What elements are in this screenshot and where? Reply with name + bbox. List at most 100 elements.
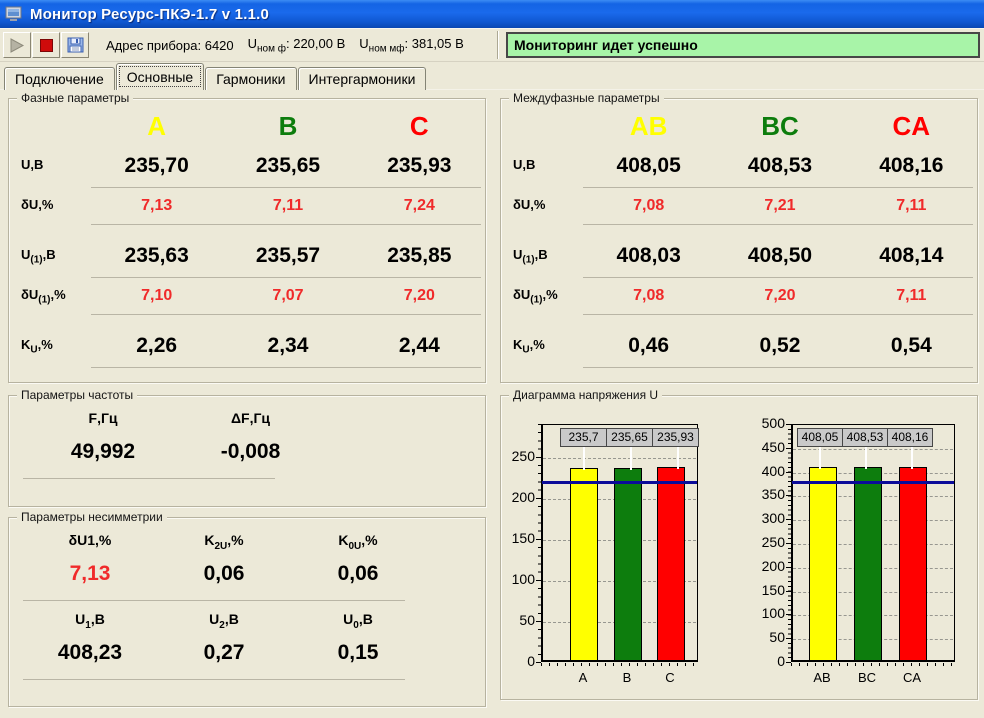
y-tick-label: 150 bbox=[497, 530, 535, 546]
param-row: δU,%7,087,217,11 bbox=[501, 188, 977, 224]
param-value: 7,13 bbox=[91, 197, 222, 215]
tab-2[interactable]: Гармоники bbox=[205, 67, 296, 90]
freq-label: ΔF,Гц bbox=[183, 410, 318, 440]
stop-monitoring-button[interactable] bbox=[32, 32, 60, 58]
param-row: KU,%2,262,342,44 bbox=[9, 325, 485, 367]
phase-params-group: Фазные параметры ABC U,В235,70235,65235,… bbox=[8, 98, 486, 383]
monitoring-status: Мониторинг идет успешно bbox=[506, 32, 980, 58]
frequency-params-title: Параметры частоты bbox=[17, 388, 137, 402]
chart-value-box: 408,53 bbox=[842, 428, 888, 447]
param-value: 7,07 bbox=[222, 287, 353, 305]
tab-1[interactable]: Основные bbox=[116, 63, 204, 90]
y-tick-label: 250 bbox=[497, 448, 535, 464]
chart-value-box: 235,93 bbox=[652, 428, 699, 447]
param-value: 7,08 bbox=[583, 287, 714, 305]
param-value: 235,70 bbox=[91, 154, 222, 178]
nominal-interphase-voltage: Uном мф: 381,05 В bbox=[359, 36, 464, 55]
voltage-diagram-title: Диаграмма напряжения U bbox=[509, 388, 662, 402]
param-value: 2,26 bbox=[91, 334, 222, 358]
param-label: δU,% bbox=[501, 197, 583, 216]
param-value: 0,54 bbox=[846, 334, 977, 358]
param-value: 235,57 bbox=[222, 244, 353, 268]
asym-value: 7,13 bbox=[23, 562, 157, 600]
y-tick-label: 500 bbox=[747, 415, 785, 431]
y-tick-label: 300 bbox=[747, 510, 785, 526]
freq-value: 49,992 bbox=[23, 440, 183, 478]
device-address: Адрес прибора: 6420 bbox=[106, 38, 234, 53]
column-header: A bbox=[91, 111, 222, 142]
nominal-voltage-line bbox=[792, 481, 954, 484]
y-tick-label: 0 bbox=[747, 653, 785, 669]
stop-icon bbox=[40, 39, 53, 52]
chart-bar-A bbox=[570, 468, 598, 661]
chart-bar-CA bbox=[899, 467, 927, 661]
param-row: KU,%0,460,520,54 bbox=[501, 325, 977, 367]
y-tick-label: 150 bbox=[747, 582, 785, 598]
y-tick-label: 450 bbox=[747, 439, 785, 455]
param-value: 408,05 bbox=[583, 154, 714, 178]
tab-3[interactable]: Интергармоники bbox=[298, 67, 427, 90]
y-tick-label: 100 bbox=[497, 571, 535, 587]
phase-params-title: Фазные параметры bbox=[17, 91, 133, 105]
phase-header-row: ABBCCA bbox=[501, 107, 977, 145]
asym-label: K0U,% bbox=[291, 532, 425, 562]
voltage-diagram-group: Диаграмма напряжения U 05010015020025023… bbox=[500, 395, 978, 700]
param-value: 408,53 bbox=[714, 154, 845, 178]
chart-value-box: 408,16 bbox=[887, 428, 933, 447]
param-value: 7,20 bbox=[354, 287, 485, 305]
y-tick-label: 50 bbox=[747, 629, 785, 645]
tab-0[interactable]: Подключение bbox=[4, 67, 115, 90]
x-category-label: CA bbox=[892, 670, 932, 685]
asym-value: 0,06 bbox=[291, 562, 425, 600]
asym-label: U2,В bbox=[157, 611, 291, 641]
status-text: Мониторинг идет успешно bbox=[514, 37, 698, 53]
param-value: 408,16 bbox=[846, 154, 977, 178]
x-category-label: A bbox=[563, 670, 603, 685]
column-header: C bbox=[354, 111, 485, 142]
chart-value-box: 235,7 bbox=[560, 428, 607, 447]
param-label: U,В bbox=[501, 157, 583, 176]
chart-bar-BC bbox=[854, 467, 882, 661]
save-button[interactable] bbox=[61, 32, 89, 58]
interphase-params-title: Междуфазные параметры bbox=[509, 91, 664, 105]
param-label: KU,% bbox=[501, 337, 583, 356]
param-value: 0,46 bbox=[583, 334, 714, 358]
param-row: U(1),В235,63235,57235,85 bbox=[9, 235, 485, 277]
asym-value: 0,15 bbox=[291, 641, 425, 679]
param-value: 2,34 bbox=[222, 334, 353, 358]
param-value: 7,11 bbox=[222, 197, 353, 215]
param-value: 2,44 bbox=[354, 334, 485, 358]
freq-label: F,Гц bbox=[23, 410, 183, 440]
y-tick-label: 200 bbox=[497, 489, 535, 505]
bar-chart-plot: 235,7235,65235,93 bbox=[541, 424, 698, 662]
param-value: 235,63 bbox=[91, 244, 222, 268]
param-row: U,В408,05408,53408,16 bbox=[501, 145, 977, 187]
asym-label: U0,В bbox=[291, 611, 425, 641]
chart-value-box: 235,65 bbox=[606, 428, 653, 447]
param-row: δU(1),%7,107,077,20 bbox=[9, 278, 485, 314]
param-row: δU,%7,137,117,24 bbox=[9, 188, 485, 224]
param-label: U(1),В bbox=[9, 247, 91, 266]
nominal-voltage-line bbox=[542, 481, 697, 484]
param-value: 408,03 bbox=[583, 244, 714, 268]
param-label: U(1),В bbox=[501, 247, 583, 266]
device-info-panel: Адрес прибора: 6420 Uном ф: 220,00 В Uно… bbox=[96, 31, 498, 59]
chart-bar-B bbox=[614, 468, 642, 661]
start-monitoring-button[interactable] bbox=[3, 32, 31, 58]
param-row: U,В235,70235,65235,93 bbox=[9, 145, 485, 187]
interphase-params-group: Междуфазные параметры ABBCCA U,В408,0540… bbox=[500, 98, 978, 383]
chart-bar-C bbox=[657, 467, 685, 661]
bar-chart-plot: 408,05408,53408,16 bbox=[791, 424, 955, 662]
y-tick-label: 50 bbox=[497, 612, 535, 628]
titlebar[interactable]: Монитор Ресурс-ПКЭ-1.7 v 1.1.0 bbox=[0, 0, 984, 28]
param-label: δU(1),% bbox=[501, 287, 583, 306]
y-tick-label: 0 bbox=[497, 653, 535, 669]
main-content: Фазные параметры ABC U,В235,70235,65235,… bbox=[0, 90, 984, 718]
asymmetry-params-title: Параметры несимметрии bbox=[17, 510, 167, 524]
param-value: 7,21 bbox=[714, 197, 845, 215]
param-label: KU,% bbox=[9, 337, 91, 356]
window-title: Монитор Ресурс-ПКЭ-1.7 v 1.1.0 bbox=[30, 6, 269, 23]
param-value: 7,11 bbox=[846, 287, 977, 305]
column-header: AB bbox=[583, 111, 714, 142]
app-icon bbox=[5, 6, 24, 22]
